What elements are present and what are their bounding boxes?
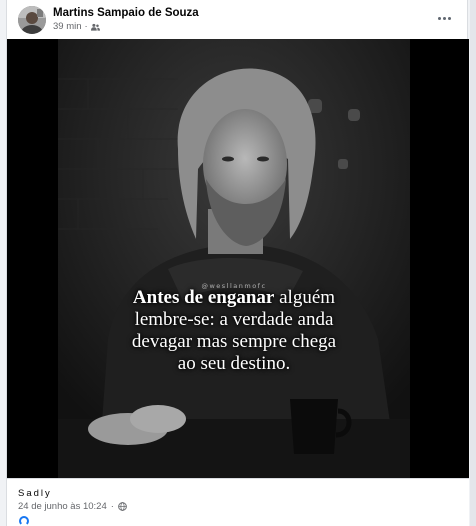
more-options-button[interactable] (433, 8, 455, 28)
more-options-icon (437, 16, 441, 20)
post-meta: 39 min · (53, 21, 100, 32)
date-separator: · (110, 501, 114, 512)
footer-loading-indicator (7, 514, 469, 526)
quote-line-3: devagar mas sempre chega (131, 331, 337, 352)
more-options-icon-dot (447, 16, 451, 20)
post-date[interactable]: 24 de junho às 10:24 (18, 501, 107, 512)
post-time[interactable]: 39 min (53, 21, 82, 32)
portrait-illustration (58, 39, 410, 478)
photo-image: @wesllanmofc Antes de enganar alguém lem… (58, 39, 410, 478)
quote-line-4: ao seu destino. (177, 353, 291, 374)
quote-text: Antes de enganar alguém lembre-se: a ver… (58, 287, 410, 375)
post-caption: Sadly (18, 488, 52, 499)
more-options-icon-dot (442, 16, 446, 20)
author-name[interactable]: Martins Sampaio de Souza (53, 7, 199, 19)
globe-icon[interactable] (118, 502, 127, 511)
loading-spinner-icon (19, 516, 29, 526)
quote-line-1-rest: alguém (274, 287, 336, 308)
meta-separator: · (84, 21, 88, 32)
page-scroll-edge (470, 0, 476, 526)
friends-icon[interactable] (90, 23, 100, 31)
quote-line-2: lembre-se: a verdade anda (134, 309, 334, 330)
post-header: Martins Sampaio de Souza 39 min · (7, 0, 469, 38)
quote-line-1-bold: Antes de enganar (132, 287, 275, 308)
avatar[interactable] (18, 6, 46, 34)
post-card: Martins Sampaio de Souza 39 min · @wesll… (6, 0, 469, 526)
post-footer: Sadly 24 de junho às 10:24 · (7, 478, 469, 526)
post-photo[interactable]: @wesllanmofc Antes de enganar alguém lem… (7, 39, 469, 478)
quote-line-1: Antes de enganar alguém (58, 287, 410, 309)
post-timestamp: 24 de junho às 10:24 · (18, 501, 127, 512)
